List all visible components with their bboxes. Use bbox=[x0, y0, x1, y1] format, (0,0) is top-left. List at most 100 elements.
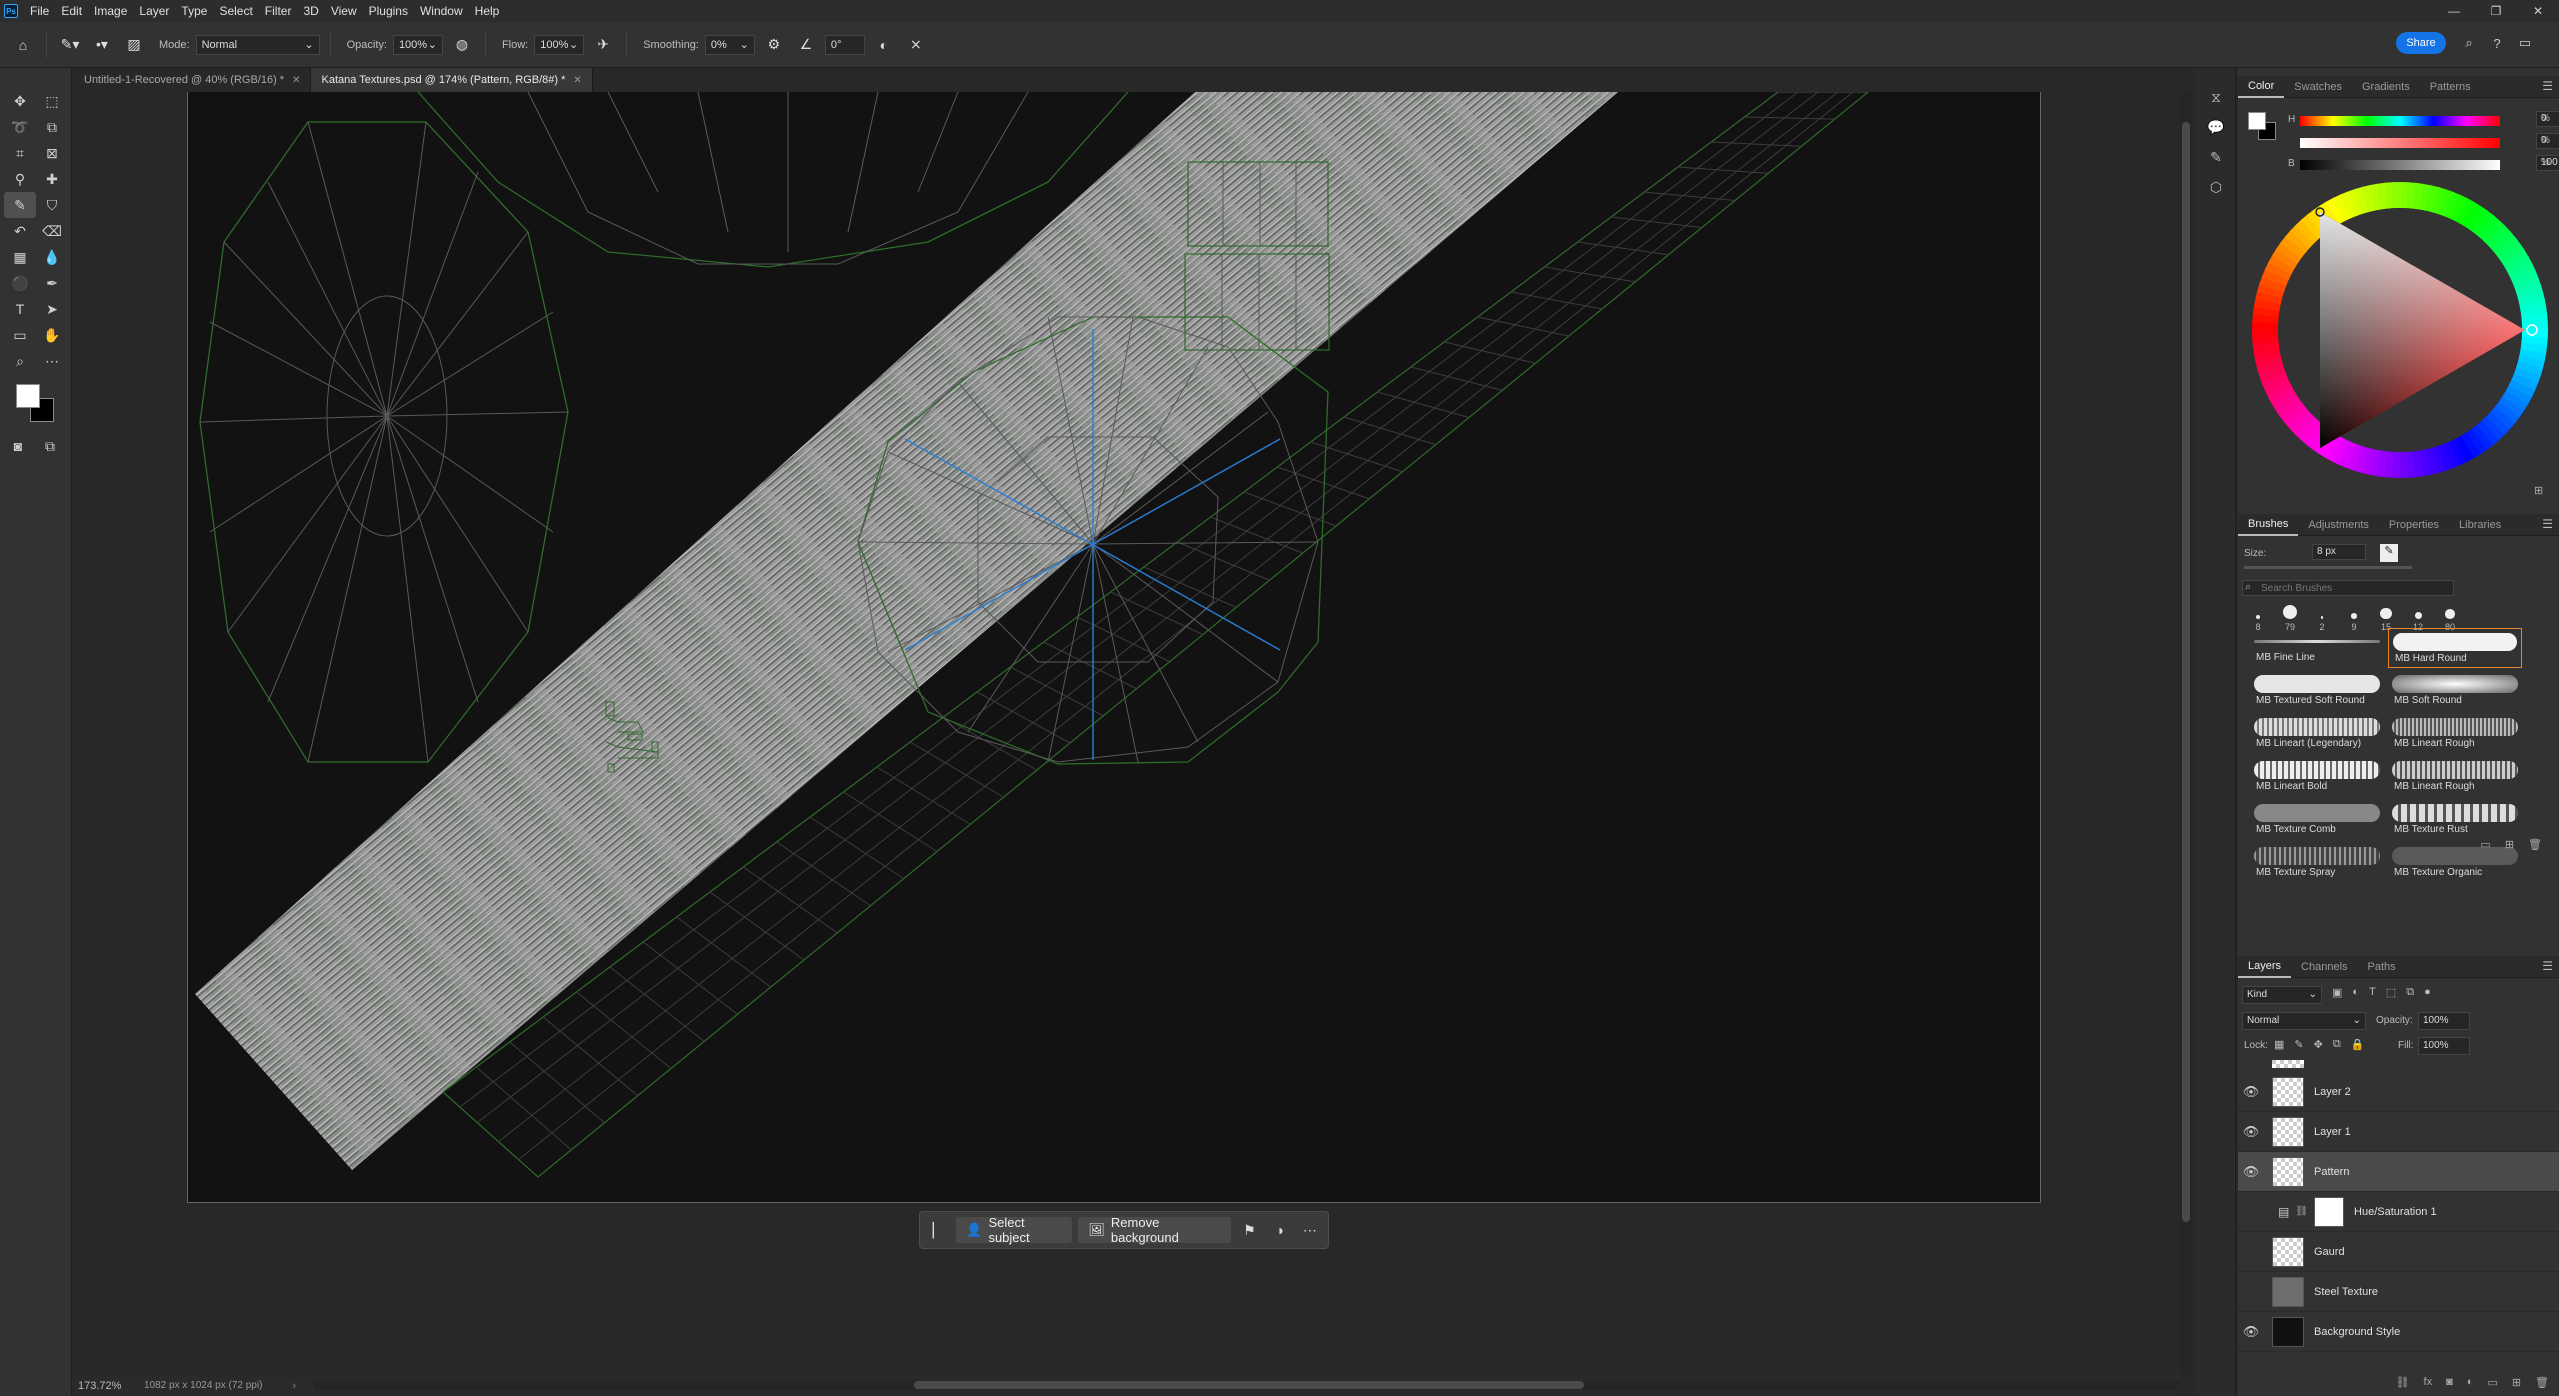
mode-select[interactable]: Normal ⌄ bbox=[195, 34, 320, 55]
panel-menu-icon[interactable]: ☰ bbox=[2542, 517, 2553, 531]
brush-size-field[interactable]: 8 px bbox=[2312, 544, 2366, 560]
more-tools-icon[interactable]: ⋯ bbox=[36, 348, 68, 374]
pen-tool-icon[interactable]: ✒ bbox=[36, 270, 68, 296]
panel-menu-icon[interactable]: ☰ bbox=[2542, 959, 2553, 973]
lock-transparency-icon[interactable]: ▦ bbox=[2274, 1038, 2284, 1051]
new-group-icon[interactable]: ▭ bbox=[2480, 838, 2490, 851]
menu-3d[interactable]: 3D bbox=[297, 4, 324, 18]
smoothing-field[interactable]: 0% ⌄ bbox=[704, 34, 755, 55]
tab-adjustments[interactable]: Adjustments bbox=[2298, 514, 2379, 536]
eye-icon[interactable]: 👁 bbox=[2238, 1324, 2264, 1340]
eye-icon[interactable]: 👁 bbox=[2238, 1084, 2264, 1100]
vertical-scroll-thumb[interactable] bbox=[2182, 122, 2190, 1222]
filter-smart-object-icon[interactable]: ⧉ bbox=[2406, 986, 2414, 999]
color-fg-swatch[interactable] bbox=[2248, 112, 2266, 130]
crop-tool-icon[interactable]: ⌗ bbox=[4, 140, 36, 166]
menu-select[interactable]: Select bbox=[213, 4, 258, 18]
tab-properties[interactable]: Properties bbox=[2379, 514, 2449, 536]
restore-icon[interactable]: ❐ bbox=[2475, 4, 2517, 18]
blend-mode-select[interactable]: Normal ⌄ bbox=[2242, 1012, 2366, 1030]
gradient-tool-icon[interactable]: ▦ bbox=[4, 244, 36, 270]
tab-untitled-1-recovered[interactable]: Untitled-1-Recovered @ 40% (RGB/16) * ✕ bbox=[74, 68, 312, 92]
delete-layer-icon[interactable]: 🗑 bbox=[2535, 1376, 2549, 1389]
object-select-tool-icon[interactable]: ⧉ bbox=[36, 114, 68, 140]
brush-size-picker-icon[interactable]: •▾ bbox=[89, 32, 115, 58]
brush-item[interactable]: MB Lineart Bold bbox=[2250, 757, 2384, 797]
move-tool-icon[interactable]: ✥ bbox=[4, 88, 36, 114]
pressure-opacity-icon[interactable]: ◍ bbox=[449, 32, 475, 58]
menu-plugins[interactable]: Plugins bbox=[363, 4, 414, 18]
tab-swatches[interactable]: Swatches bbox=[2284, 76, 2352, 98]
filter-shape-icon[interactable]: ⬚ bbox=[2386, 986, 2396, 999]
new-adjustment-icon[interactable]: ◐ bbox=[2467, 1376, 2474, 1389]
vertical-scrollbar[interactable] bbox=[2180, 92, 2192, 1375]
layer-row[interactable]: 👁 Layer 2 bbox=[2238, 1072, 2559, 1112]
delete-brush-icon[interactable]: 🗑 bbox=[2528, 838, 2542, 851]
tab-channels[interactable]: Channels bbox=[2291, 956, 2357, 978]
eye-icon[interactable]: 👁 bbox=[2238, 1164, 2264, 1180]
brush-item[interactable]: MB Texture Rust bbox=[2388, 800, 2522, 840]
tab-color[interactable]: Color bbox=[2238, 76, 2285, 98]
blur-tool-icon[interactable]: 💧 bbox=[36, 244, 68, 270]
zoom-readout[interactable]: 173.72% bbox=[78, 1380, 124, 1392]
brush-item[interactable]: MB Soft Round bbox=[2388, 671, 2522, 711]
new-layer-icon[interactable]: ⊞ bbox=[2512, 1376, 2521, 1389]
clone-stamp-tool-icon[interactable]: ⛉ bbox=[36, 192, 68, 218]
fill-field[interactable]: 100% bbox=[2418, 1037, 2470, 1055]
3d-panel-icon[interactable]: ⬡ bbox=[2196, 172, 2236, 202]
filter-adjustment-icon[interactable]: ◐ bbox=[2352, 986, 2359, 999]
filter-type-icon[interactable]: T bbox=[2369, 986, 2376, 999]
layer-row[interactable]: 👁 Layer 1 bbox=[2238, 1112, 2559, 1152]
remove-background-button[interactable]: 🖼 Remove background bbox=[1078, 1215, 1232, 1245]
brush-item[interactable]: MB Lineart Rough bbox=[2388, 757, 2522, 797]
adjustment-icon[interactable]: ◑ bbox=[1268, 1217, 1292, 1243]
smoothing-settings-gear-icon[interactable]: ⚙ bbox=[761, 32, 787, 58]
minimize-icon[interactable]: — bbox=[2433, 4, 2475, 18]
airbrush-icon[interactable]: ✈ bbox=[590, 32, 616, 58]
workspace-icon[interactable]: ▭ bbox=[2516, 32, 2534, 54]
new-group-icon[interactable]: ▭ bbox=[2487, 1376, 2497, 1389]
tab-paths[interactable]: Paths bbox=[2358, 956, 2406, 978]
history-brush-tool-icon[interactable]: ↶ bbox=[4, 218, 36, 244]
brush-tool-icon[interactable]: ✎ bbox=[4, 192, 36, 218]
tab-libraries[interactable]: Libraries bbox=[2449, 514, 2511, 536]
tab-layers[interactable]: Layers bbox=[2238, 956, 2292, 978]
add-mask-icon[interactable]: ◙ bbox=[2446, 1376, 2453, 1389]
menu-image[interactable]: Image bbox=[88, 4, 133, 18]
lock-pixels-icon[interactable]: ✎ bbox=[2294, 1038, 2303, 1051]
pressure-size-icon[interactable]: ◐ bbox=[871, 32, 897, 58]
path-select-tool-icon[interactable]: ➤ bbox=[36, 296, 68, 322]
layer-row[interactable]: Steel Texture bbox=[2238, 1272, 2559, 1312]
menu-type[interactable]: Type bbox=[175, 4, 213, 18]
brightness-slider[interactable] bbox=[2300, 160, 2500, 170]
close-tab-icon[interactable]: ✕ bbox=[573, 75, 581, 86]
panel-menu-icon[interactable]: ☰ bbox=[2542, 79, 2553, 93]
filter-toggle-icon[interactable]: ● bbox=[2424, 986, 2431, 999]
tab-brushes[interactable]: Brushes bbox=[2238, 514, 2299, 536]
saturation-slider[interactable] bbox=[2300, 138, 2500, 148]
color-wheel[interactable] bbox=[2250, 180, 2550, 480]
dodge-tool-icon[interactable]: ⚫ bbox=[4, 270, 36, 296]
opacity-field[interactable]: 100% ⌄ bbox=[392, 34, 443, 55]
layer-style-icon[interactable]: fx bbox=[2424, 1376, 2433, 1389]
brush-size-slider[interactable] bbox=[2244, 566, 2412, 569]
frame-tool-icon[interactable]: ⊠ bbox=[36, 140, 68, 166]
layer-opacity-field[interactable]: 100% bbox=[2418, 1012, 2470, 1030]
menu-file[interactable]: File bbox=[24, 4, 55, 18]
search-brushes-input[interactable]: Search Brushes bbox=[2242, 580, 2454, 596]
layer-row[interactable]: ▤ ⛓ Hue/Saturation 1 bbox=[2238, 1192, 2559, 1232]
lock-all-icon[interactable]: 🔒 bbox=[2351, 1038, 2365, 1051]
horizontal-scrollbar[interactable] bbox=[314, 1380, 2180, 1390]
screen-mode-icon[interactable]: ⧉ bbox=[38, 434, 62, 458]
foreground-color-swatch[interactable] bbox=[16, 384, 40, 408]
layer-row[interactable]: 👁 Pattern bbox=[2238, 1152, 2559, 1192]
close-tab-icon[interactable]: ✕ bbox=[292, 75, 300, 86]
brush-item[interactable]: MB Lineart (Legendary) bbox=[2250, 714, 2384, 754]
brush-settings-icon[interactable]: ▨ bbox=[121, 32, 147, 58]
link-layers-icon[interactable]: ⛓ bbox=[2396, 1376, 2410, 1389]
home-icon[interactable]: ⌂ bbox=[10, 32, 36, 58]
help-icon[interactable]: ? bbox=[2488, 32, 2506, 54]
brush-preview-icon[interactable]: ✎ bbox=[2380, 544, 2398, 562]
symmetry-icon[interactable]: ⨯ bbox=[903, 32, 929, 58]
lasso-tool-icon[interactable]: ➰ bbox=[4, 114, 36, 140]
